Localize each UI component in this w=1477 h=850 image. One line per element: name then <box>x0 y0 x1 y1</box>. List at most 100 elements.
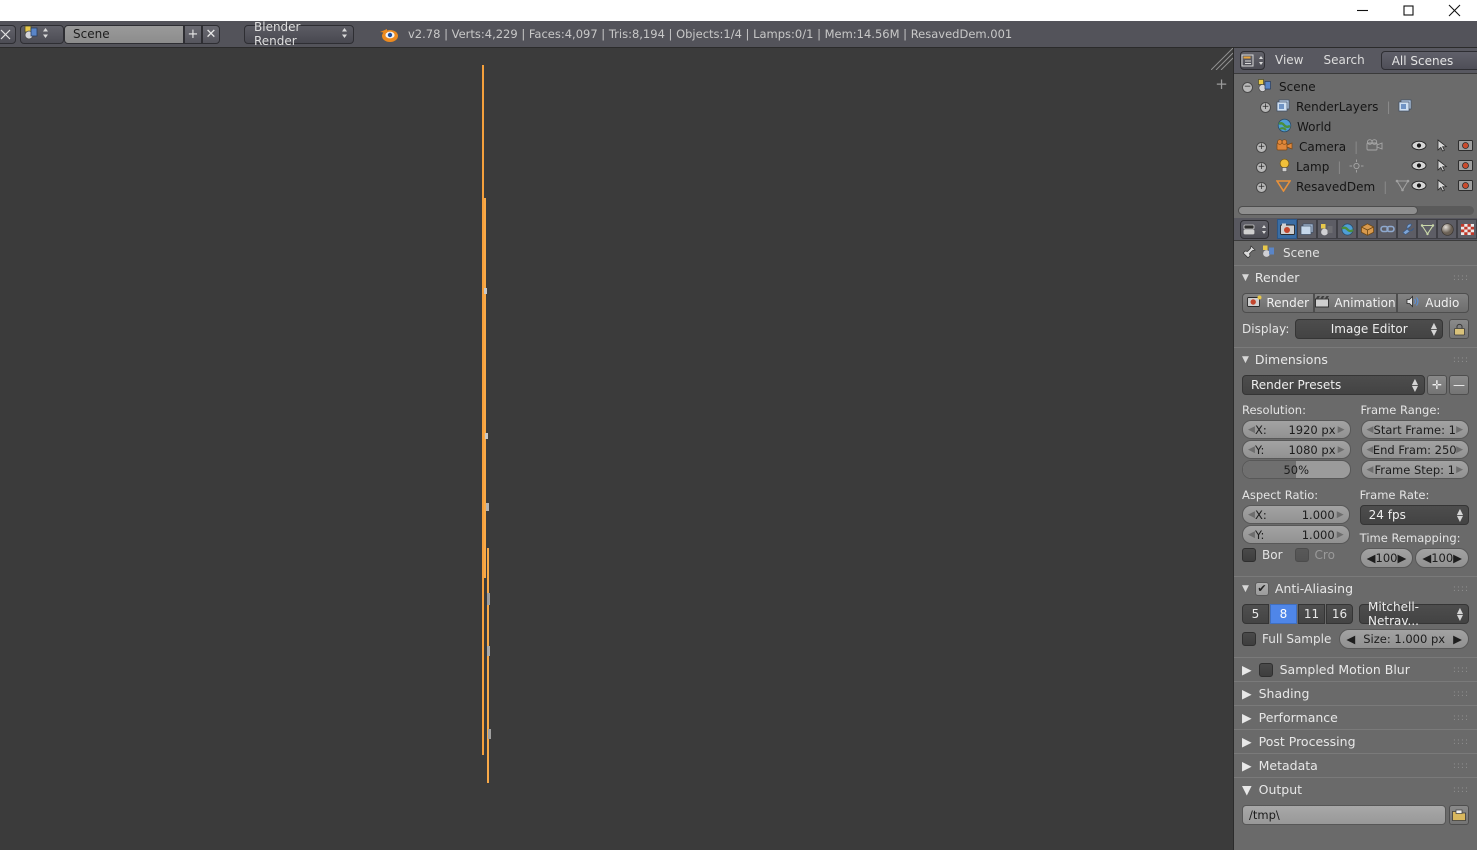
panel-header-post-processing[interactable]: ▶ Post Processing :::: <box>1234 729 1477 753</box>
chevron-right-icon[interactable]: ▶ <box>1338 425 1345 435</box>
chevron-left-icon[interactable]: ◀ <box>1367 425 1374 435</box>
outliner-row-scene[interactable]: − Scene <box>1234 77 1477 97</box>
chevron-left-icon[interactable]: ◀ <box>1248 425 1255 435</box>
panel-header-performance[interactable]: ▶ Performance :::: <box>1234 705 1477 729</box>
frame-step-field[interactable]: ◀ Frame Step: 1 ▶ <box>1360 460 1469 479</box>
3d-viewport[interactable]: + <box>0 48 1233 850</box>
aa-filter-dropdown[interactable]: Mitchell-Netrav... ▲ ▼ <box>1359 600 1469 628</box>
new-scene-button[interactable]: + <box>184 24 202 44</box>
crop-checkbox[interactable] <box>1294 548 1309 562</box>
outliner-row-camera[interactable]: + Camera | <box>1234 137 1477 157</box>
outliner-horizontal-scrollbar[interactable] <box>1238 206 1474 215</box>
chevron-right-icon[interactable]: ▶ <box>1456 425 1463 435</box>
chevron-right-icon[interactable]: ▶ <box>1337 530 1344 540</box>
panel-header-antialiasing[interactable]: ▼ Anti-Aliasing :::: <box>1234 576 1477 600</box>
time-remap-old-field[interactable]: ◀ 100 ▶ <box>1359 548 1414 568</box>
viewport-corner-widget[interactable] <box>1211 48 1233 70</box>
renderlayers-data-icon[interactable] <box>1398 99 1413 116</box>
lamp-data-icon[interactable] <box>1349 159 1364 176</box>
render-icon[interactable] <box>1458 159 1473 175</box>
render-engine-selector[interactable]: Blender Render <box>244 20 354 48</box>
scrollbar-thumb[interactable] <box>1238 206 1418 215</box>
tab-texture[interactable] <box>1457 219 1477 239</box>
tab-material[interactable] <box>1437 219 1457 239</box>
chevron-left-icon[interactable]: ◀ <box>1422 551 1431 565</box>
time-remap-new-field[interactable]: ◀ 100 ▶ <box>1415 548 1469 568</box>
render-icon[interactable] <box>1458 179 1473 195</box>
tab-data[interactable] <box>1417 219 1437 239</box>
resolution-x-field[interactable]: ◀ X: 1920 px ▶ <box>1242 420 1351 439</box>
display-lock-button[interactable] <box>1449 319 1469 339</box>
close-button[interactable] <box>1431 0 1477 21</box>
antialiasing-checkbox[interactable] <box>1254 581 1269 596</box>
viewport-toolshelf-handle[interactable]: + <box>1213 77 1230 94</box>
display-mode-dropdown[interactable]: Image Editor ▲ ▼ <box>1295 319 1443 339</box>
outliner-row-resaveddem[interactable]: + ResavedDem | <box>1234 177 1477 197</box>
aa-samples-8[interactable]: 8 <box>1270 604 1297 624</box>
cursor-icon[interactable] <box>1437 139 1448 155</box>
aa-samples-16[interactable]: 16 <box>1326 604 1353 624</box>
render-image-button[interactable]: Render <box>1242 293 1315 313</box>
render-animation-button[interactable]: Animation <box>1314 293 1397 313</box>
tab-object[interactable] <box>1357 219 1377 239</box>
expand-toggle[interactable]: + <box>1260 101 1271 113</box>
resolution-percentage-slider[interactable]: 50% <box>1242 460 1351 479</box>
chevron-right-icon[interactable]: ▶ <box>1456 445 1463 455</box>
mesh-data-icon[interactable] <box>1395 179 1410 195</box>
chevron-right-icon[interactable]: ▶ <box>1397 551 1406 565</box>
chevron-left-icon[interactable]: ◀ <box>1248 445 1255 455</box>
chevron-left-icon[interactable]: ◀ <box>1248 530 1255 540</box>
minimize-button[interactable] <box>1339 0 1385 21</box>
eye-icon[interactable] <box>1411 180 1427 194</box>
aspect-y-field[interactable]: ◀ Y: 1.000 ▶ <box>1242 525 1350 544</box>
aa-samples-11[interactable]: 11 <box>1298 604 1325 624</box>
tab-constraints[interactable] <box>1377 219 1397 239</box>
tab-scene[interactable] <box>1317 219 1337 239</box>
chevron-left-icon[interactable]: ◀ <box>1367 465 1374 475</box>
expand-toggle[interactable]: + <box>1256 181 1267 193</box>
info-editor-type-icon[interactable] <box>0 24 16 44</box>
pin-icon[interactable] <box>1242 244 1256 262</box>
outliner-menu-view[interactable]: View <box>1265 51 1313 70</box>
delete-scene-button[interactable]: ✕ <box>202 24 220 44</box>
sampled-motion-blur-checkbox[interactable] <box>1258 662 1273 677</box>
tab-world[interactable] <box>1337 219 1357 239</box>
cursor-icon[interactable] <box>1437 159 1448 175</box>
tab-render[interactable] <box>1277 219 1297 239</box>
start-frame-field[interactable]: ◀ Start Frame: 1 ▶ <box>1360 420 1469 439</box>
resolution-y-field[interactable]: ◀ Y: 1080 px ▶ <box>1242 440 1351 459</box>
render-presets-dropdown[interactable]: Render Presets ▲ ▼ <box>1242 375 1425 395</box>
panel-header-sampled-motion-blur[interactable]: ▶ Sampled Motion Blur :::: <box>1234 657 1477 681</box>
panel-header-output[interactable]: ▼ Output :::: <box>1234 777 1477 801</box>
expand-toggle[interactable]: + <box>1256 141 1267 153</box>
chevron-right-icon[interactable]: ▶ <box>1453 551 1462 565</box>
full-sample-checkbox[interactable] <box>1242 632 1256 646</box>
outliner-row-renderlayers[interactable]: + RenderLayers | <box>1234 97 1477 117</box>
add-preset-button[interactable]: ✛ <box>1427 375 1447 395</box>
remove-preset-button[interactable]: — <box>1449 375 1469 395</box>
tab-render-layers[interactable] <box>1297 219 1317 239</box>
render-audio-button[interactable]: Audio <box>1396 293 1469 313</box>
eye-icon[interactable] <box>1411 140 1427 154</box>
expand-toggle[interactable]: + <box>1256 161 1267 173</box>
chevron-right-icon[interactable]: ▶ <box>1453 632 1462 646</box>
aa-samples-5[interactable]: 5 <box>1242 604 1269 624</box>
end-frame-field[interactable]: ◀ End Fram: 250 ▶ <box>1360 440 1469 459</box>
panel-header-shading[interactable]: ▶ Shading :::: <box>1234 681 1477 705</box>
output-path-field[interactable]: /tmp\ <box>1242 805 1446 825</box>
folder-icon[interactable] <box>1449 805 1469 825</box>
outliner-row-lamp[interactable]: + Lamp | <box>1234 157 1477 177</box>
chevron-left-icon[interactable]: ◀ <box>1346 632 1355 646</box>
maximize-button[interactable] <box>1385 0 1431 21</box>
eye-icon[interactable] <box>1411 160 1427 174</box>
outliner-row-world[interactable]: World <box>1234 117 1477 137</box>
aspect-x-field[interactable]: ◀ X: 1.000 ▶ <box>1242 505 1350 524</box>
outliner-display-mode[interactable]: All Scenes <box>1380 51 1477 70</box>
outliner-menu-search[interactable]: Search <box>1313 51 1374 70</box>
aa-size-field[interactable]: ◀ Size: 1.000 px ▶ <box>1339 629 1469 649</box>
scene-name-field[interactable]: Scene <box>64 24 184 44</box>
chevron-right-icon[interactable]: ▶ <box>1337 510 1344 520</box>
tab-modifiers[interactable] <box>1397 219 1417 239</box>
properties-editor-type-icon[interactable] <box>1240 219 1269 239</box>
chevron-left-icon[interactable]: ◀ <box>1367 551 1376 565</box>
